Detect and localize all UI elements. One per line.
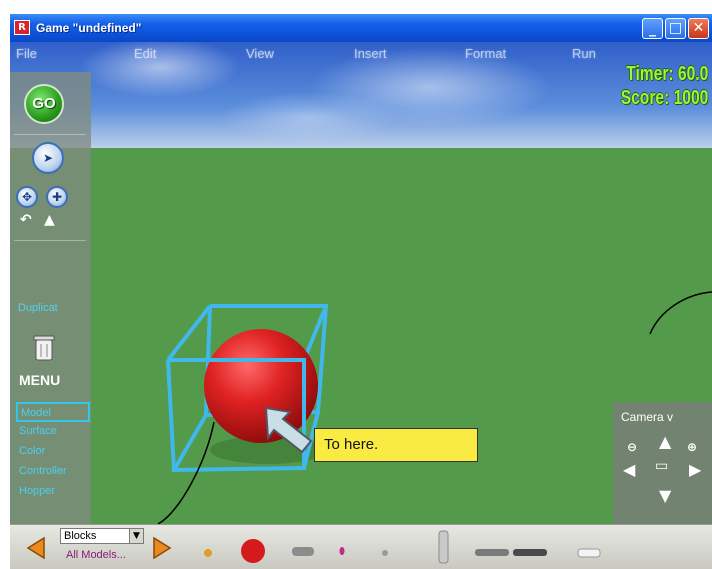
menu-button[interactable]: MENU xyxy=(19,372,60,388)
camera-left-icon[interactable]: ◀ xyxy=(623,460,635,479)
red-sphere-icon[interactable] xyxy=(241,539,265,563)
callout-label: To here. xyxy=(314,428,478,462)
camera-right-icon[interactable]: ▶ xyxy=(689,460,701,479)
panel-divider xyxy=(14,240,86,241)
chevron-down-icon: ▼ xyxy=(129,529,143,543)
palette-items xyxy=(204,530,601,564)
move-tool-button[interactable]: ✚ xyxy=(46,186,68,208)
cursor-icon: ➤ xyxy=(42,151,54,165)
property-list: Model Surface Color Controller Hopper xyxy=(16,402,90,502)
redo-icon[interactable]: ▲ xyxy=(44,212,55,228)
maximize-icon: □ xyxy=(668,20,683,36)
duplicate-button[interactable]: Duplicat xyxy=(18,302,58,314)
camera-panel: Camera v ⊖ ▲ ⊕ ◀ ▭ ▶ ▼ xyxy=(613,402,712,524)
minimize-icon: _ xyxy=(649,21,656,37)
undo-icon[interactable]: ↶ xyxy=(20,212,32,228)
all-models-link[interactable]: All Models... xyxy=(66,549,126,561)
pillar-icon[interactable] xyxy=(438,530,449,564)
game-window: R Game "undefined" _ □ ✕ File Edit View … xyxy=(10,14,712,569)
rotate-icon: ✥ xyxy=(21,190,33,204)
trash-icon[interactable] xyxy=(33,334,55,362)
minimize-button[interactable]: _ xyxy=(642,18,663,39)
pink-gem-icon[interactable] xyxy=(339,547,345,555)
small-rock-icon[interactable] xyxy=(382,550,388,556)
camera-center-icon[interactable]: ▭ xyxy=(655,458,668,474)
category-value: Blocks xyxy=(64,530,97,542)
game-viewport[interactable]: File Edit View Insert Format Run Timer: … xyxy=(10,42,712,524)
palette-next-button[interactable] xyxy=(152,536,172,560)
side-item-model[interactable]: Model xyxy=(16,402,90,422)
gray-capsule-icon[interactable] xyxy=(292,547,314,556)
window-title: Game "undefined" xyxy=(36,21,142,35)
side-item-surface[interactable]: Surface xyxy=(16,422,90,442)
title-bar[interactable]: R Game "undefined" _ □ ✕ xyxy=(10,14,712,42)
category-select[interactable]: Blocks ▼ xyxy=(60,528,144,544)
rotate-tool-button[interactable]: ✥ xyxy=(16,186,38,208)
small-sphere-icon[interactable] xyxy=(204,549,212,557)
go-button[interactable]: GO xyxy=(24,84,64,124)
zoom-out-icon[interactable]: ⊖ xyxy=(627,440,637,454)
annotation-line-right xyxy=(649,291,712,335)
side-item-controller[interactable]: Controller xyxy=(16,462,90,482)
palette-prev-button[interactable] xyxy=(26,536,46,560)
red-sphere[interactable] xyxy=(204,329,318,443)
model-palette-toolbar: Blocks ▼ All Models... xyxy=(10,524,712,569)
close-button[interactable]: ✕ xyxy=(688,18,709,39)
camera-up-icon[interactable]: ▲ xyxy=(659,432,671,451)
maximize-button[interactable]: □ xyxy=(665,18,686,39)
panel-divider xyxy=(14,134,86,135)
white-bar-icon[interactable] xyxy=(577,548,601,558)
annotation-line-left xyxy=(157,421,215,524)
move-icon: ✚ xyxy=(51,190,63,204)
side-item-color[interactable]: Color xyxy=(16,442,90,462)
zoom-in-icon[interactable]: ⊕ xyxy=(687,440,697,454)
side-item-hopper[interactable]: Hopper xyxy=(16,482,90,502)
flat-slab-icon[interactable] xyxy=(475,549,509,556)
camera-dropdown[interactable]: Camera v xyxy=(621,410,673,424)
camera-down-icon[interactable]: ▼ xyxy=(659,486,671,505)
app-logo-icon: R xyxy=(14,20,30,35)
close-icon: ✕ xyxy=(692,20,705,36)
tool-panel: GO ➤ ✥ ✚ ↶ ▲ Duplicat MENU Model Surface… xyxy=(10,72,91,524)
select-tool-button[interactable]: ➤ xyxy=(32,142,64,174)
dark-slab-icon[interactable] xyxy=(513,549,547,556)
